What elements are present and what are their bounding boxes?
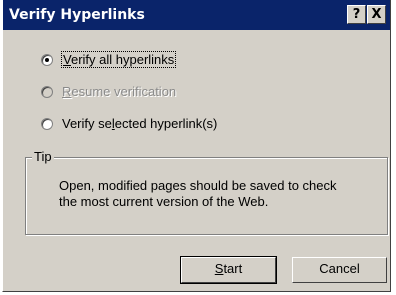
tip-label: Tip [32,149,54,164]
radio-verify-selected[interactable]: Verify selected hyperlink(s) [41,116,217,131]
radio-label-resume: Resume verification [62,84,177,99]
verify-hyperlinks-dialog: Verify Hyperlinks ? X Verify all hyperli… [2,0,391,292]
close-icon: X [371,7,382,22]
radio-button-verify-selected[interactable] [41,117,53,130]
radio-label-verify-selected: Verify selected hyperlink(s) [62,116,218,131]
tip-line-1: Open, modified pages should be saved to … [59,178,337,193]
radio-verify-all[interactable]: Verify all hyperlinks [41,51,177,68]
radio-label-verify-all: Verify all hyperlinks [60,51,177,68]
close-button[interactable]: X [367,5,386,24]
radio-selected-dot [45,57,49,62]
radio-button-verify-all[interactable] [41,53,53,66]
radio-button-resume [41,85,53,98]
start-button[interactable]: Start [180,256,277,284]
cancel-button[interactable]: Cancel [292,257,387,283]
help-icon: ? [352,7,361,22]
title-bar[interactable]: Verify Hyperlinks ? X [3,0,390,30]
tip-text: Open, modified pages should be saved to … [59,178,379,210]
window-title: Verify Hyperlinks [9,7,145,23]
tip-line-2: the most current version of the Web. [59,194,269,209]
radio-resume-verification: Resume verification [41,84,176,99]
help-button[interactable]: ? [347,5,366,24]
